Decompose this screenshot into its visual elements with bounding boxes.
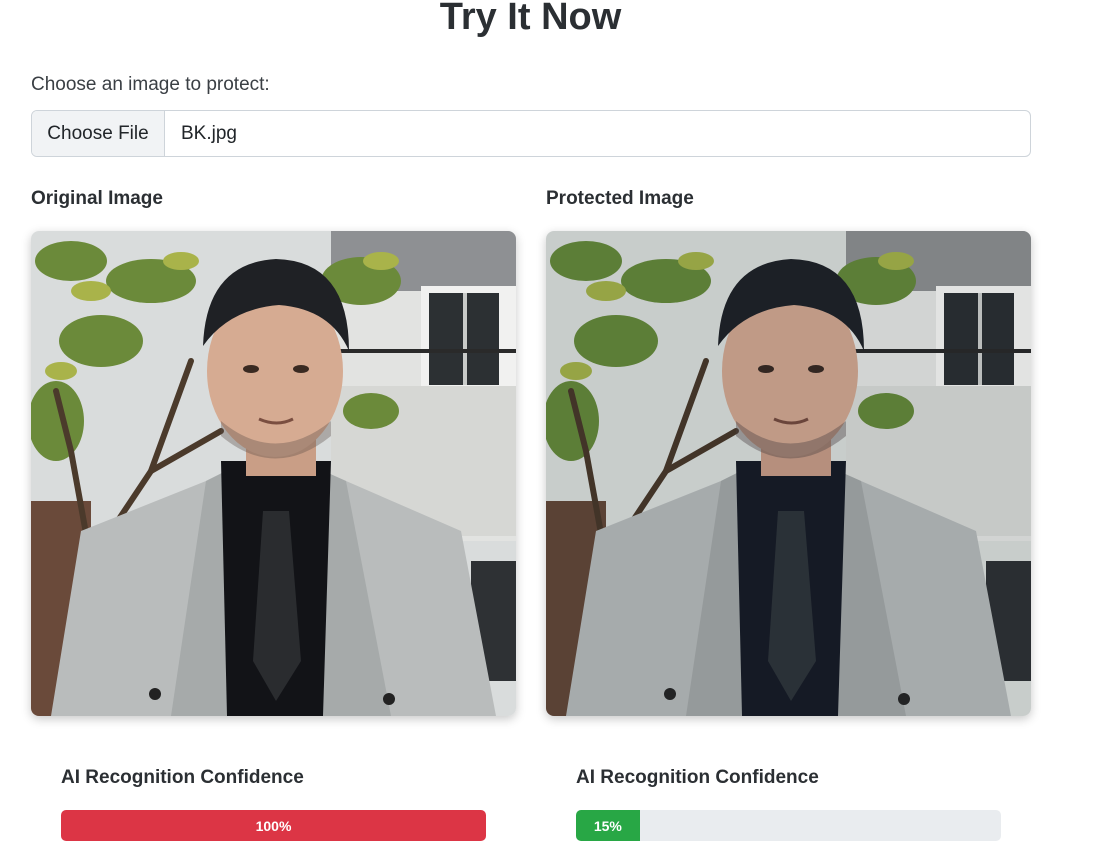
original-image-heading: Original Image	[31, 188, 163, 209]
page: Try It Now Choose an image to protect: C…	[0, 0, 1106, 858]
original-image	[31, 231, 516, 716]
protected-confidence-label: AI Recognition Confidence	[576, 767, 819, 788]
protected-image	[546, 231, 1031, 716]
upload-label: Choose an image to protect:	[31, 74, 270, 95]
original-confidence-fill: 100%	[61, 810, 486, 841]
selected-file-name: BK.jpg	[181, 122, 237, 144]
protected-image-heading: Protected Image	[546, 188, 694, 209]
original-confidence-bar: 100%	[61, 810, 486, 841]
choose-file-button[interactable]: Choose File	[32, 111, 165, 156]
original-confidence-label: AI Recognition Confidence	[61, 767, 304, 788]
protected-confidence-bar: 15%	[576, 810, 1001, 841]
portrait-protected	[546, 231, 1031, 716]
portrait-original	[31, 231, 516, 716]
section-title: Try It Now	[439, 0, 622, 38]
protected-confidence-fill: 15%	[576, 810, 640, 841]
file-input[interactable]: Choose File BK.jpg	[31, 110, 1031, 157]
